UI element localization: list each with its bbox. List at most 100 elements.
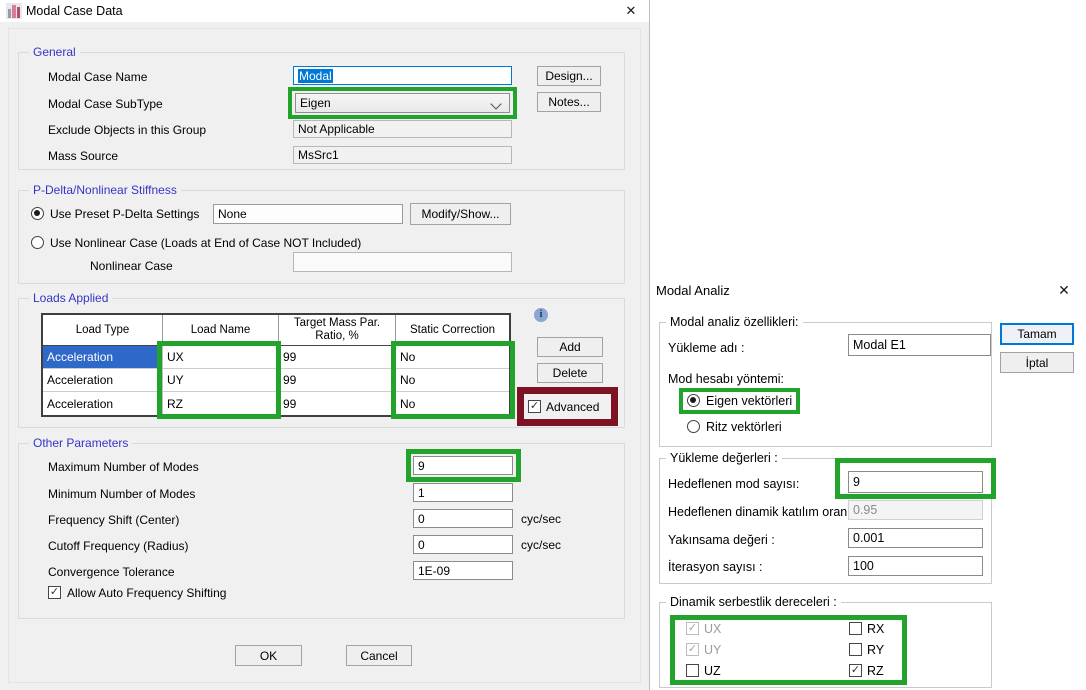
rx-checkbox-label: RX bbox=[867, 622, 884, 637]
table-cell[interactable]: UY bbox=[163, 369, 279, 392]
dialog-title: Modal Analiz bbox=[656, 283, 730, 298]
col-header-static-correction: Static Correction bbox=[396, 315, 509, 346]
loads-table: Load Type Load Name Target Mass Par.Rati… bbox=[41, 313, 511, 417]
modal-analiz-dialog: Modal Analiz ✕ Modal analiz özellikleri:… bbox=[650, 275, 1086, 690]
dialog-title: Modal Case Data bbox=[26, 4, 123, 18]
modal-case-name-input[interactable]: Modal bbox=[293, 66, 512, 85]
nonlinear-case-field bbox=[293, 252, 512, 272]
yakinsama-degeri-input[interactable]: 0.001 bbox=[848, 528, 983, 548]
table-cell[interactable]: No bbox=[396, 369, 509, 392]
frequency-shift-unit: cyc/sec bbox=[521, 512, 561, 526]
col-header-target-mass: Target Mass Par.Ratio, % bbox=[279, 315, 396, 346]
mass-source-field: MsSrc1 bbox=[293, 146, 512, 164]
nonlinear-case-radio[interactable] bbox=[31, 236, 44, 249]
uz-checkbox-label: UZ bbox=[704, 664, 721, 679]
cancel-button[interactable]: Cancel bbox=[346, 645, 412, 666]
iptal-button[interactable]: İptal bbox=[1000, 352, 1074, 373]
ritz-vektorleri-radio[interactable] bbox=[687, 420, 700, 433]
modal-case-subtype-value: Eigen bbox=[300, 96, 331, 110]
eigen-vektorleri-radio-label: Eigen vektörleri bbox=[706, 394, 792, 409]
ux-checkbox: ✓ bbox=[686, 622, 699, 635]
convergence-tolerance-input[interactable]: 1E-09 bbox=[413, 561, 513, 580]
cutoff-frequency-label: Cutoff Frequency (Radius) bbox=[48, 539, 189, 553]
max-modes-input[interactable]: 9 bbox=[413, 456, 513, 475]
modal-case-data-dialog: Modal Case Data ✕ General Modal Case Nam… bbox=[0, 0, 650, 690]
col-header-load-name: Load Name bbox=[163, 315, 279, 346]
tamam-button[interactable]: Tamam bbox=[1000, 323, 1074, 345]
cutoff-frequency-input[interactable]: 0 bbox=[413, 535, 513, 554]
eigen-vektorleri-radio[interactable] bbox=[687, 394, 700, 407]
uy-checkbox-label: UY bbox=[704, 643, 721, 658]
modal-case-name-value: Modal bbox=[298, 69, 333, 83]
preset-pdelta-radio[interactable] bbox=[31, 207, 44, 220]
uz-checkbox[interactable] bbox=[686, 664, 699, 677]
modal-case-subtype-select[interactable]: Eigen bbox=[295, 93, 510, 113]
mass-source-label: Mass Source bbox=[48, 149, 118, 163]
exclude-objects-field: Not Applicable bbox=[293, 120, 512, 138]
yukleme-adi-label: Yükleme adı : bbox=[668, 341, 744, 356]
modify-show-button[interactable]: Modify/Show... bbox=[410, 203, 511, 225]
general-group-label: General bbox=[29, 45, 80, 59]
auto-frequency-shifting-label: Allow Auto Frequency Shifting bbox=[67, 586, 226, 600]
app-icon bbox=[6, 3, 22, 19]
design-button[interactable]: Design... bbox=[537, 66, 601, 86]
table-cell[interactable]: 99 bbox=[279, 346, 396, 369]
max-modes-label: Maximum Number of Modes bbox=[48, 460, 199, 474]
table-cell[interactable]: Acceleration bbox=[43, 392, 163, 415]
close-icon[interactable]: ✕ bbox=[1052, 279, 1076, 301]
modal-case-subtype-label: Modal Case SubType bbox=[48, 97, 163, 111]
frequency-shift-input[interactable]: 0 bbox=[413, 509, 513, 528]
rz-checkbox[interactable]: ✓ bbox=[849, 664, 862, 677]
table-cell[interactable]: 99 bbox=[279, 369, 396, 392]
ry-checkbox[interactable] bbox=[849, 643, 862, 656]
rx-checkbox[interactable] bbox=[849, 622, 862, 635]
table-cell[interactable]: 99 bbox=[279, 392, 396, 415]
info-icon[interactable]: i bbox=[534, 308, 548, 322]
iterasyon-sayisi-input[interactable]: 100 bbox=[848, 556, 983, 576]
cutoff-frequency-unit: cyc/sec bbox=[521, 538, 561, 552]
close-icon[interactable]: ✕ bbox=[613, 0, 649, 22]
ritz-vektorleri-radio-label: Ritz vektörleri bbox=[706, 420, 782, 435]
dinamik-katilim-orani-label: Hedeflenen dinamik katılım oranı : bbox=[668, 505, 858, 520]
mod-hesabi-yontemi-label: Mod hesabı yöntemi: bbox=[668, 372, 784, 387]
ok-button[interactable]: OK bbox=[235, 645, 302, 666]
advanced-checkbox[interactable]: ✓ bbox=[528, 400, 541, 413]
min-modes-input[interactable]: 1 bbox=[413, 483, 513, 502]
modal-case-name-label: Modal Case Name bbox=[48, 70, 147, 84]
iterasyon-sayisi-label: İterasyon sayısı : bbox=[668, 560, 762, 575]
col-header-load-type: Load Type bbox=[43, 315, 163, 346]
ry-checkbox-label: RY bbox=[867, 643, 884, 658]
other-parameters-group-label: Other Parameters bbox=[29, 436, 132, 450]
table-cell[interactable]: No bbox=[396, 346, 509, 369]
screenshot-root: Modal Case Data ✕ General Modal Case Nam… bbox=[0, 0, 1086, 690]
analiz-ozellikleri-group-label: Modal analiz özellikleri: bbox=[666, 315, 803, 329]
frequency-shift-label: Frequency Shift (Center) bbox=[48, 513, 179, 527]
preset-pdelta-radio-label: Use Preset P-Delta Settings bbox=[50, 207, 199, 221]
notes-button[interactable]: Notes... bbox=[537, 92, 601, 112]
add-button[interactable]: Add bbox=[537, 337, 603, 357]
yukleme-adi-input[interactable]: Modal E1 bbox=[848, 334, 991, 356]
advanced-checkbox-label: Advanced bbox=[546, 400, 599, 414]
auto-frequency-shifting-checkbox[interactable]: ✓ bbox=[48, 586, 61, 599]
table-cell[interactable]: Acceleration bbox=[43, 346, 163, 369]
table-cell[interactable]: UX bbox=[163, 346, 279, 369]
exclude-objects-label: Exclude Objects in this Group bbox=[48, 123, 206, 137]
nonlinear-case-label: Nonlinear Case bbox=[90, 259, 173, 273]
delete-button[interactable]: Delete bbox=[537, 363, 603, 383]
pdelta-group-label: P-Delta/Nonlinear Stiffness bbox=[29, 183, 181, 197]
table-cell[interactable]: Acceleration bbox=[43, 369, 163, 392]
titlebar: Modal Case Data ✕ bbox=[0, 0, 649, 22]
min-modes-label: Minimum Number of Modes bbox=[48, 487, 195, 501]
yukleme-degerleri-group-label: Yükleme değerleri : bbox=[666, 451, 782, 465]
table-cell[interactable]: No bbox=[396, 392, 509, 415]
rz-checkbox-label: RZ bbox=[867, 664, 884, 679]
hedeflenen-mod-sayisi-input[interactable]: 9 bbox=[848, 471, 983, 493]
table-cell[interactable]: RZ bbox=[163, 392, 279, 415]
ux-checkbox-label: UX bbox=[704, 622, 721, 637]
chevron-down-icon bbox=[490, 98, 501, 109]
preset-pdelta-field: None bbox=[213, 204, 403, 224]
nonlinear-case-radio-label: Use Nonlinear Case (Loads at End of Case… bbox=[50, 236, 361, 250]
convergence-tolerance-label: Convergence Tolerance bbox=[48, 565, 175, 579]
dinamik-serbestlik-group-label: Dinamik serbestlik dereceleri : bbox=[666, 595, 841, 609]
hedeflenen-mod-sayisi-label: Hedeflenen mod sayısı: bbox=[668, 477, 799, 492]
